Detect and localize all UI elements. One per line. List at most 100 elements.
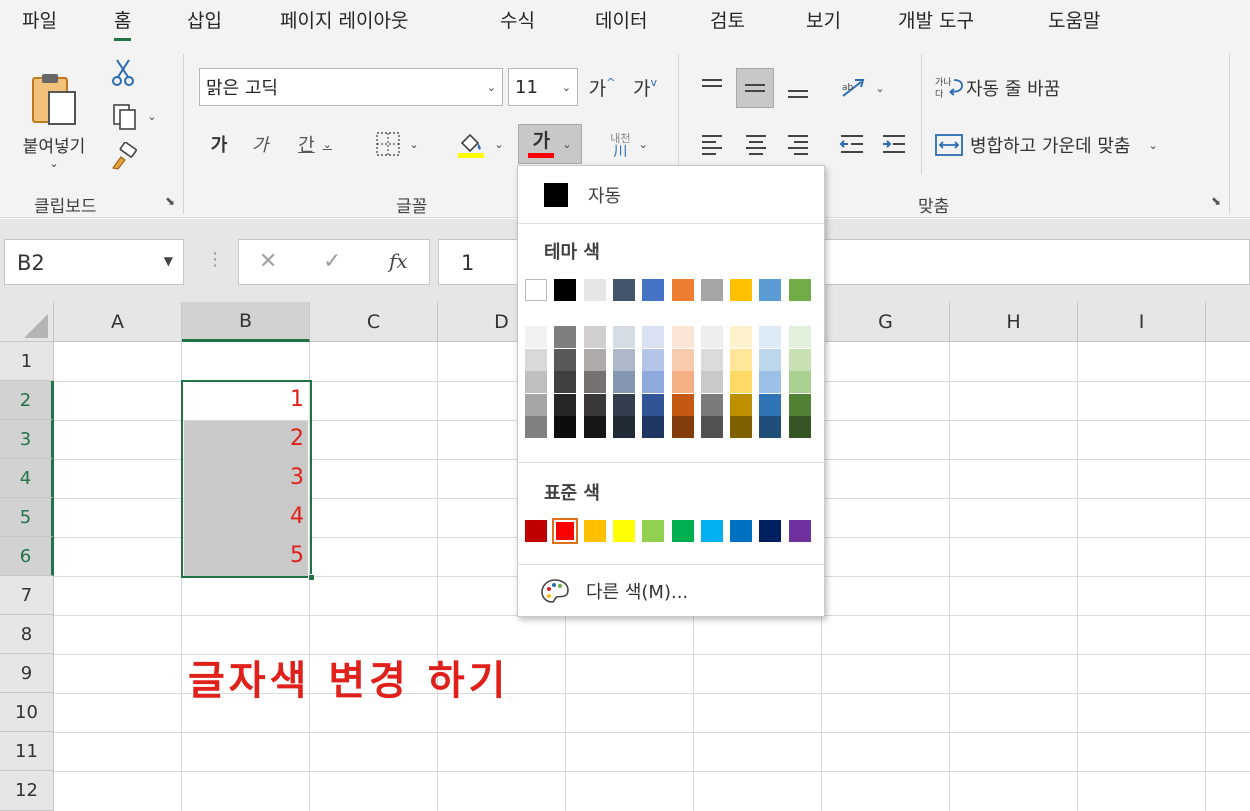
- standard-color-swatch[interactable]: [730, 520, 753, 542]
- standard-color-swatch[interactable]: [788, 520, 811, 542]
- row-header-11[interactable]: 11: [0, 732, 54, 771]
- column-header-a[interactable]: A: [54, 302, 182, 342]
- theme-tint-swatch[interactable]: [554, 348, 577, 371]
- standard-color-swatch[interactable]: [700, 520, 723, 542]
- theme-tint-swatch[interactable]: [671, 371, 694, 393]
- theme-color-swatch[interactable]: [671, 279, 694, 301]
- theme-tint-swatch[interactable]: [700, 326, 723, 348]
- font-size-combo[interactable]: 11 ⌄: [508, 68, 578, 106]
- row-header-2[interactable]: 2: [0, 381, 54, 420]
- theme-color-swatch[interactable]: [554, 279, 577, 301]
- theme-tint-swatch[interactable]: [554, 326, 577, 348]
- theme-color-swatch[interactable]: [700, 279, 723, 301]
- selected-standard-color-swatch[interactable]: [552, 518, 579, 544]
- standard-color-swatch[interactable]: [583, 520, 606, 542]
- theme-color-swatch[interactable]: [612, 279, 635, 301]
- theme-tint-swatch[interactable]: [730, 348, 753, 371]
- fill-color-button[interactable]: ⌄: [450, 126, 510, 162]
- cut-button[interactable]: [108, 56, 138, 88]
- theme-tint-swatch[interactable]: [700, 348, 723, 371]
- theme-tint-swatch[interactable]: [671, 326, 694, 348]
- theme-tint-swatch[interactable]: [612, 416, 635, 438]
- font-name-combo[interactable]: 맑은 고딕 ⌄: [199, 68, 503, 106]
- row-header-5[interactable]: 5: [0, 498, 54, 537]
- column-header-c[interactable]: C: [310, 302, 438, 342]
- theme-tint-swatch[interactable]: [583, 416, 606, 438]
- merge-center-button[interactable]: 병합하고 가운데 맞춤 ⌄: [934, 128, 1214, 162]
- tab-data[interactable]: 데이터: [595, 6, 647, 33]
- theme-tint-swatch[interactable]: [554, 371, 577, 393]
- theme-tint-swatch[interactable]: [730, 326, 753, 348]
- theme-tint-swatch[interactable]: [700, 393, 723, 416]
- theme-tint-swatch[interactable]: [583, 371, 606, 393]
- theme-tint-swatch[interactable]: [525, 416, 547, 438]
- automatic-color-option[interactable]: 자동: [524, 172, 818, 218]
- theme-tint-swatch[interactable]: [671, 393, 694, 416]
- confirm-entry-icon[interactable]: ✓: [323, 249, 341, 274]
- copy-button[interactable]: ⌄: [104, 100, 164, 132]
- italic-button[interactable]: 가: [244, 126, 276, 162]
- theme-tint-swatch[interactable]: [612, 348, 635, 371]
- tab-review[interactable]: 검토: [710, 6, 745, 33]
- theme-color-swatch[interactable]: [759, 279, 782, 301]
- theme-tint-swatch[interactable]: [525, 348, 547, 371]
- theme-tint-swatch[interactable]: [700, 416, 723, 438]
- row-header-12[interactable]: 12: [0, 771, 54, 811]
- theme-tint-swatch[interactable]: [759, 393, 782, 416]
- decrease-font-size-button[interactable]: 가v: [627, 68, 663, 106]
- column-header-b[interactable]: B: [182, 302, 310, 342]
- fill-handle[interactable]: [308, 574, 315, 581]
- select-all-button[interactable]: [0, 302, 54, 342]
- theme-tint-swatch[interactable]: [700, 371, 723, 393]
- theme-tint-swatch[interactable]: [788, 393, 811, 416]
- theme-color-swatch[interactable]: [583, 279, 606, 301]
- theme-tint-swatch[interactable]: [730, 371, 753, 393]
- borders-button[interactable]: ⌄: [366, 126, 428, 162]
- paste-button[interactable]: 붙여넣기 ⌄: [8, 56, 100, 186]
- theme-tint-swatch[interactable]: [554, 393, 577, 416]
- column-header-i[interactable]: I: [1078, 302, 1206, 342]
- row-header-1[interactable]: 1: [0, 342, 54, 381]
- row-header-6[interactable]: 6: [0, 537, 54, 576]
- tab-formulas[interactable]: 수식: [500, 6, 535, 33]
- theme-tint-swatch[interactable]: [759, 348, 782, 371]
- theme-tint-swatch[interactable]: [730, 416, 753, 438]
- theme-tint-swatch[interactable]: [788, 416, 811, 438]
- align-right-button[interactable]: [780, 128, 816, 160]
- theme-tint-swatch[interactable]: [671, 348, 694, 371]
- theme-tint-swatch[interactable]: [788, 371, 811, 393]
- theme-tint-swatch[interactable]: [642, 348, 665, 371]
- theme-color-swatch[interactable]: [642, 279, 665, 301]
- theme-tint-swatch[interactable]: [554, 416, 577, 438]
- row-header-8[interactable]: 8: [0, 615, 54, 654]
- column-header-partial[interactable]: [1206, 302, 1250, 342]
- dialog-launcher-icon[interactable]: ⬊: [163, 194, 177, 208]
- theme-tint-swatch[interactable]: [788, 348, 811, 371]
- name-box[interactable]: B2 ▼: [4, 239, 184, 285]
- tab-page-layout[interactable]: 페이지 레이아웃: [280, 6, 408, 33]
- align-left-button[interactable]: [694, 128, 730, 160]
- row-header-9[interactable]: 9: [0, 654, 54, 693]
- tab-developer[interactable]: 개발 도구: [898, 6, 974, 33]
- row-header-3[interactable]: 3: [0, 420, 54, 459]
- tab-view[interactable]: 보기: [806, 6, 841, 33]
- drag-handle-icon[interactable]: ⋮: [206, 249, 224, 270]
- theme-tint-swatch[interactable]: [583, 326, 606, 348]
- dialog-launcher-icon[interactable]: ⬊: [1209, 194, 1223, 208]
- theme-tint-swatch[interactable]: [612, 326, 635, 348]
- font-color-button[interactable]: 가 ⌄: [518, 124, 582, 164]
- theme-tint-swatch[interactable]: [730, 393, 753, 416]
- cancel-entry-icon[interactable]: ✕: [259, 249, 277, 274]
- row-header-7[interactable]: 7: [0, 576, 54, 615]
- theme-color-swatch[interactable]: [525, 279, 547, 301]
- insert-function-button[interactable]: fx: [389, 249, 408, 273]
- theme-tint-swatch[interactable]: [671, 416, 694, 438]
- theme-tint-swatch[interactable]: [788, 326, 811, 348]
- theme-color-swatch[interactable]: [730, 279, 753, 301]
- top-align-button[interactable]: [694, 70, 730, 104]
- theme-tint-swatch[interactable]: [759, 416, 782, 438]
- standard-color-swatch[interactable]: [642, 520, 665, 542]
- underline-button[interactable]: 간 ⌄: [286, 126, 344, 162]
- more-colors-option[interactable]: 다른 색(M)...: [524, 570, 818, 612]
- theme-color-swatch[interactable]: [788, 279, 811, 301]
